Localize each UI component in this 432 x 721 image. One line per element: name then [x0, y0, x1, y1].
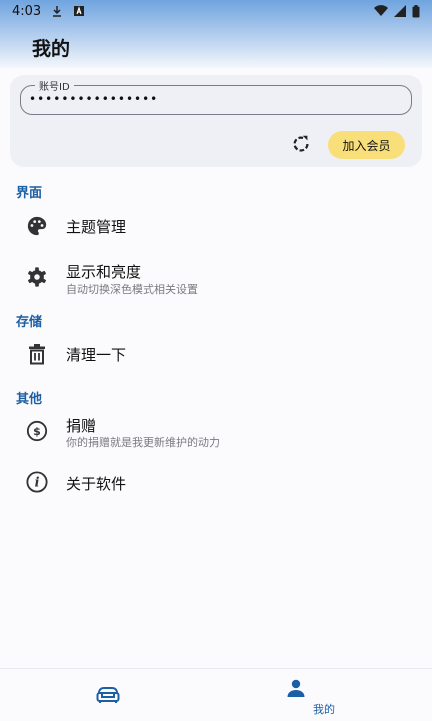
- status-time: 4:03: [12, 3, 42, 19]
- display-brightness-subtitle: 自动切换深色模式相关设置: [66, 283, 198, 296]
- nav-profile-label: 我的: [313, 703, 335, 716]
- theme-management-title: 主题管理: [66, 218, 127, 236]
- status-left: 4:03: [12, 4, 85, 19]
- section-title-other: 其他: [16, 392, 43, 407]
- account-id-label: 账号ID: [35, 78, 74, 93]
- donate-title: 捐赠: [66, 417, 97, 435]
- dollar-coin-icon: $: [26, 420, 48, 442]
- svg-text:$: $: [33, 425, 41, 438]
- signal-icon: [394, 5, 406, 17]
- refresh-icon: [293, 135, 309, 152]
- palette-icon: [26, 215, 48, 237]
- account-id-value: ••••••••••••••••: [29, 92, 159, 106]
- donate-item[interactable]: $ 捐赠 你的捐赠就是我更新维护的动力: [0, 408, 432, 456]
- download-icon: [53, 6, 62, 17]
- theme-management-item[interactable]: 主题管理: [0, 202, 432, 250]
- display-brightness-title: 显示和亮度: [66, 263, 142, 281]
- bottom-nav: 我的: [0, 668, 432, 721]
- a-icon: [74, 6, 85, 16]
- display-brightness-item[interactable]: 显示和亮度 自动切换深色模式相关设置: [0, 255, 432, 303]
- gear-icon: [26, 266, 48, 288]
- trash-icon: [26, 343, 48, 365]
- status-bar: 4:03: [0, 0, 432, 22]
- donate-subtitle: 你的捐赠就是我更新维护的动力: [66, 436, 220, 449]
- clean-up-item[interactable]: 清理一下: [0, 330, 432, 378]
- nav-profile[interactable]: 我的: [216, 669, 432, 721]
- svg-text:i: i: [35, 476, 40, 491]
- refresh-button[interactable]: [288, 131, 314, 157]
- page-title: 我的: [32, 38, 71, 60]
- section-title-interface: 界面: [16, 186, 43, 201]
- clean-up-title: 清理一下: [66, 346, 127, 364]
- join-member-button[interactable]: 加入会员: [328, 131, 405, 159]
- account-id-field[interactable]: 账号ID ••••••••••••••••: [20, 78, 412, 115]
- info-icon: i: [26, 471, 48, 493]
- nav-home[interactable]: [0, 669, 216, 721]
- battery-icon: [412, 4, 420, 17]
- home-sofa-icon: [96, 687, 120, 703]
- person-icon: [287, 679, 305, 697]
- about-software-item[interactable]: i 关于软件: [0, 459, 432, 507]
- section-title-storage: 存储: [16, 315, 43, 330]
- status-right: [374, 4, 420, 18]
- account-card: 账号ID •••••••••••••••• 加入会员: [10, 75, 422, 167]
- about-software-title: 关于软件: [66, 475, 127, 493]
- wifi-icon: [374, 5, 388, 17]
